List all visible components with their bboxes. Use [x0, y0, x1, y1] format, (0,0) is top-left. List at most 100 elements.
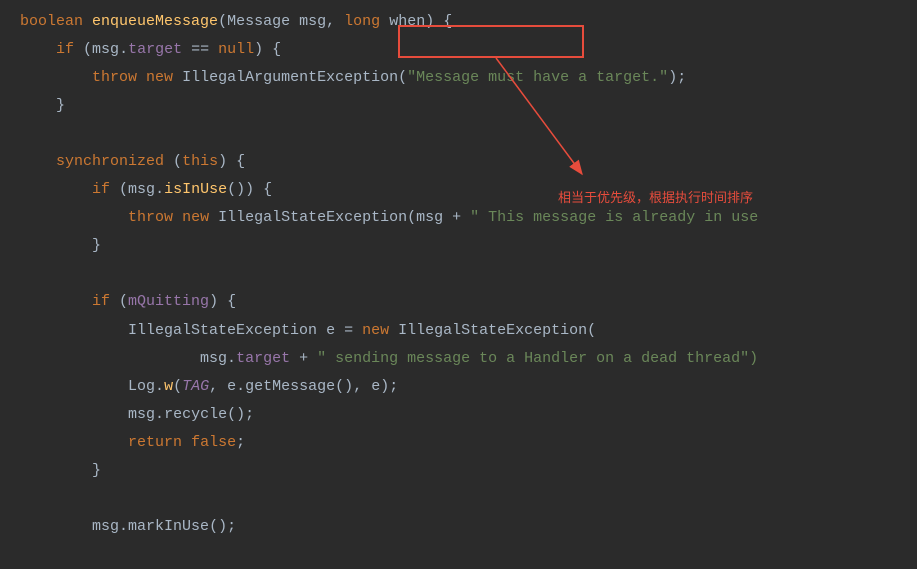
- code-line-blank-3: [20, 485, 917, 513]
- code-editor[interactable]: boolean enqueueMessage(Message msg, long…: [20, 8, 917, 541]
- class-Log: Log: [128, 378, 155, 395]
- keyword-new: new: [182, 209, 209, 226]
- dot: .: [227, 350, 236, 367]
- class-IllegalArgumentException: IllegalArgumentException: [182, 69, 398, 86]
- var-msg: msg: [92, 518, 119, 535]
- method-enqueueMessage: enqueueMessage: [92, 13, 218, 30]
- var-msg: msg: [128, 406, 155, 423]
- code-line-6: synchronized (this) {: [20, 148, 917, 176]
- keyword-throw: throw: [92, 69, 137, 86]
- lparen: (: [587, 322, 596, 339]
- string-literal: "Message must have a target.": [407, 69, 668, 86]
- comma: ,: [326, 13, 335, 30]
- keyword-if: if: [92, 293, 110, 310]
- code-line-1: boolean enqueueMessage(Message msg, long…: [20, 8, 917, 36]
- string-literal: " This message is already in use: [470, 209, 758, 226]
- lparen: (: [110, 293, 128, 310]
- lparen: (: [164, 153, 182, 170]
- class-IllegalStateException: IllegalStateException: [218, 209, 407, 226]
- code-line-4: }: [20, 92, 917, 120]
- var-msg: msg: [92, 41, 119, 58]
- lparen: (: [110, 181, 128, 198]
- field-mQuitting: mQuitting: [128, 293, 209, 310]
- code-line-11: if (mQuitting) {: [20, 288, 917, 316]
- code-line-2: if (msg.target == null) {: [20, 36, 917, 64]
- keyword-false: false: [191, 434, 236, 451]
- code-line-7: if (msg.isInUse()) {: [20, 176, 917, 204]
- rparen-brace: ) {: [425, 13, 452, 30]
- close-brace: }: [92, 462, 101, 479]
- method-getMessage: getMessage: [245, 378, 335, 395]
- lparen: (: [74, 41, 92, 58]
- code-line-17: }: [20, 457, 917, 485]
- rparen-semi: );: [380, 378, 398, 395]
- dot: .: [119, 41, 128, 58]
- lparen: (: [407, 209, 416, 226]
- class-IllegalStateException: IllegalStateException: [128, 322, 317, 339]
- code-line-blank: [20, 120, 917, 148]
- keyword-return: return: [128, 434, 182, 451]
- plus-op: +: [290, 350, 317, 367]
- eq-op: ==: [182, 41, 218, 58]
- keyword-if: if: [92, 181, 110, 198]
- rparen-brace: ) {: [245, 181, 272, 198]
- paren: (): [335, 378, 353, 395]
- method-isInUse: isInUse: [164, 181, 227, 198]
- param-msg: msg: [299, 13, 326, 30]
- code-line-blank-2: [20, 260, 917, 288]
- string-literal: " sending message to a Handler on a dead…: [317, 350, 758, 367]
- method-w: w: [164, 378, 173, 395]
- eq-op: =: [344, 322, 362, 339]
- rparen-brace: ) {: [209, 293, 236, 310]
- type-message: Message: [227, 13, 290, 30]
- var-e: e: [227, 378, 236, 395]
- code-line-14: Log.w(TAG, e.getMessage(), e);: [20, 373, 917, 401]
- close-brace: }: [56, 97, 65, 114]
- code-line-3: throw new IllegalArgumentException("Mess…: [20, 64, 917, 92]
- keyword-synchronized: synchronized: [56, 153, 164, 170]
- semi: ;: [236, 434, 245, 451]
- comma: ,: [209, 378, 227, 395]
- var-msg: msg: [200, 350, 227, 367]
- paren-semi: ();: [209, 518, 236, 535]
- lparen: (: [173, 378, 182, 395]
- close-brace: }: [92, 237, 101, 254]
- method-markInUse: markInUse: [128, 518, 209, 535]
- keyword-throw: throw: [128, 209, 173, 226]
- var-msg: msg: [128, 181, 155, 198]
- keyword-this: this: [182, 153, 218, 170]
- code-line-8: throw new IllegalStateException(msg + " …: [20, 204, 917, 232]
- code-line-9: }: [20, 232, 917, 260]
- dot: .: [155, 406, 164, 423]
- code-line-12: IllegalStateException e = new IllegalSta…: [20, 317, 917, 345]
- dot: .: [119, 518, 128, 535]
- keyword-new: new: [362, 322, 389, 339]
- dot: .: [236, 378, 245, 395]
- keyword-if: if: [56, 41, 74, 58]
- keyword-boolean: boolean: [20, 13, 83, 30]
- method-recycle: recycle: [164, 406, 227, 423]
- code-line-19: msg.markInUse();: [20, 513, 917, 541]
- paren: (): [227, 181, 245, 198]
- keyword-long: long: [344, 13, 380, 30]
- rparen-brace: ) {: [254, 41, 281, 58]
- class-IllegalStateException-2: IllegalStateException: [398, 322, 587, 339]
- keyword-new: new: [146, 69, 173, 86]
- lparen: (: [398, 69, 407, 86]
- dot: .: [155, 181, 164, 198]
- dot: .: [155, 378, 164, 395]
- comma: ,: [353, 378, 371, 395]
- field-target: target: [236, 350, 290, 367]
- var-msg: msg: [416, 209, 443, 226]
- var-e: e: [317, 322, 344, 339]
- keyword-null: null: [218, 41, 254, 58]
- const-TAG: TAG: [182, 378, 209, 395]
- param-when: when: [389, 13, 425, 30]
- var-e: e: [371, 378, 380, 395]
- rparen-semi: );: [668, 69, 686, 86]
- field-target: target: [128, 41, 182, 58]
- code-line-16: return false;: [20, 429, 917, 457]
- paren-semi: ();: [227, 406, 254, 423]
- annotation-text: 相当于优先级，根据执行时间排序: [558, 186, 753, 210]
- plus-op: +: [443, 209, 470, 226]
